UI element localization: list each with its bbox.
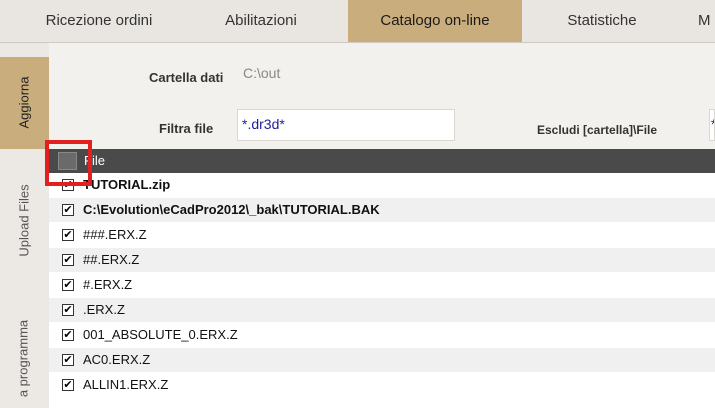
file-name: C:\Evolution\eCadPro2012\_bak\TUTORIAL.B… [83, 202, 380, 217]
row-checkbox[interactable]: ✔ [62, 279, 74, 291]
file-name: .ERX.Z [83, 302, 125, 317]
table-row[interactable]: ✔ C:\Evolution\eCadPro2012\_bak\TUTORIAL.… [49, 198, 715, 222]
tab-statistiche[interactable]: Statistiche [522, 0, 682, 42]
data-folder-field[interactable]: C:\out [239, 59, 715, 91]
row-checkbox[interactable]: ✔ [62, 204, 74, 216]
row-checkbox[interactable]: ✔ [62, 304, 74, 316]
table-row[interactable]: ✔ .ERX.Z [49, 298, 715, 322]
side-tab-aggiorna[interactable]: Aggiorna [0, 57, 49, 149]
row-checkbox[interactable]: ✔ [62, 254, 74, 266]
side-tab-label: Aggiorna [16, 76, 32, 129]
tab-catalogo-on-line[interactable]: Catalogo on-line [348, 0, 522, 42]
file-name: 001_ABSOLUTE_0.ERX.Z [83, 327, 238, 342]
tab-abilitazioni[interactable]: Abilitazioni [174, 0, 348, 42]
filter-field[interactable]: *.dr3d* [237, 109, 455, 141]
side-tab-a-programma[interactable]: a programma [0, 293, 49, 408]
filter-label: Filtra file [159, 121, 214, 136]
tab-m[interactable]: M [682, 0, 715, 42]
side-tab-label: a programma [15, 319, 31, 398]
file-name: TUTORIAL.zip [83, 177, 171, 192]
row-checkbox[interactable]: ✔ [62, 229, 74, 241]
top-tab-bar: Ricezione ordini Abilitazioni Catalogo o… [0, 0, 715, 43]
data-folder-label: Cartella dati [149, 70, 224, 85]
row-checkbox[interactable]: ✔ [62, 354, 74, 366]
table-row[interactable]: ✔ ##.ERX.Z [49, 248, 715, 272]
row-checkbox[interactable]: ✔ [62, 379, 74, 391]
grid-header: File [49, 149, 715, 173]
tab-ricezione-ordini[interactable]: Ricezione ordini [24, 0, 174, 42]
table-row[interactable]: ✔ ALLIN1.ERX.Z [49, 373, 715, 397]
file-name: AC0.ERX.Z [83, 352, 151, 367]
table-row[interactable]: ✔ TUTORIAL.zip [49, 173, 715, 197]
table-row[interactable]: ✔ #.ERX.Z [49, 273, 715, 297]
exclude-label: Escludi [cartella]\File [537, 123, 658, 137]
table-row[interactable]: ✔ AC0.ERX.Z [49, 348, 715, 372]
file-name: #.ERX.Z [83, 277, 133, 292]
exclude-field[interactable]: * [709, 109, 715, 141]
side-tab-label: Upload Files [16, 184, 32, 257]
file-name: ##.ERX.Z [83, 252, 140, 267]
row-checkbox[interactable]: ✔ [62, 329, 74, 341]
file-name: ALLIN1.ERX.Z [83, 377, 169, 392]
side-tab-bar: Aggiorna Upload Files a programma [0, 43, 49, 408]
file-name: ###.ERX.Z [83, 227, 147, 242]
table-row[interactable]: ✔ 001_ABSOLUTE_0.ERX.Z [49, 323, 715, 347]
highlight-box [45, 140, 92, 186]
side-tab-upload-files[interactable]: Upload Files [0, 163, 49, 283]
file-grid: File ✔ TUTORIAL.zip ✔ C:\Evolution\eCadPro2… [49, 149, 715, 408]
table-row[interactable]: ✔ ###.ERX.Z [49, 223, 715, 247]
